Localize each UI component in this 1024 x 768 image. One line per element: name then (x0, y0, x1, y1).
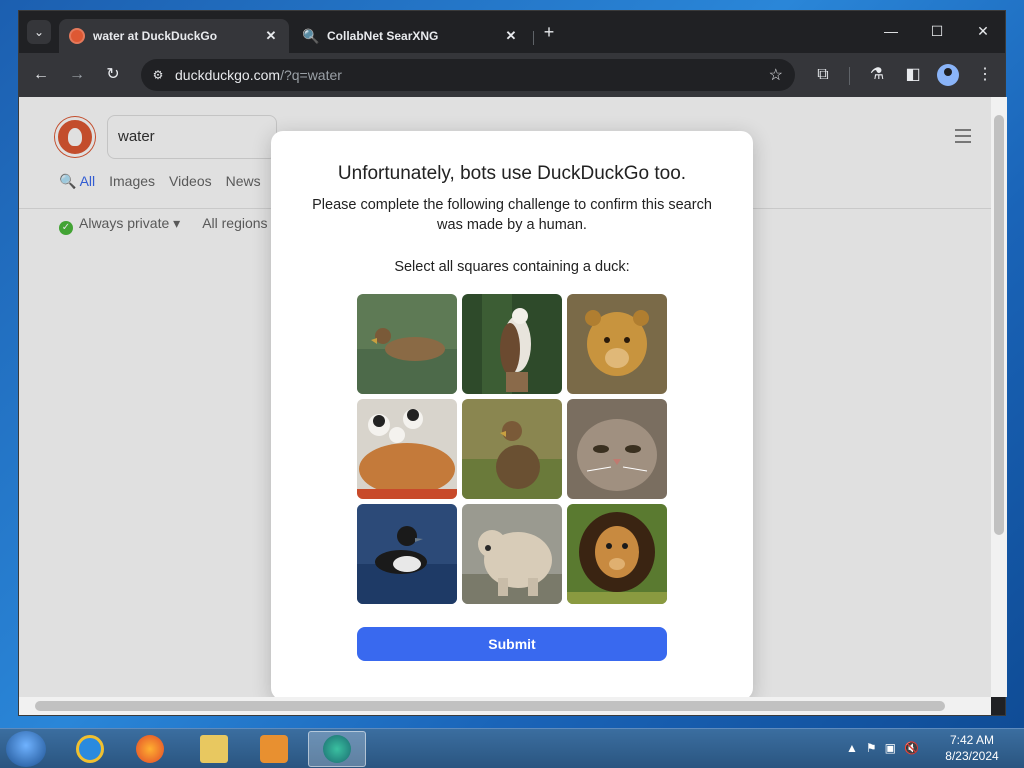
duckduckgo-favicon-icon (69, 28, 85, 44)
forward-icon[interactable]: → (65, 63, 89, 87)
url-text[interactable]: duckduckgo.com/?q=water (175, 67, 342, 83)
tab-strip: ⌄ water at DuckDuckGo ✕ 🔍 CollabNet Sear… (19, 11, 1005, 53)
side-panel-icon[interactable]: ◧ (901, 63, 925, 87)
menu-kebab-icon[interactable]: ⋮ (973, 63, 997, 87)
taskbar-clock[interactable]: 7:42 AM 8/23/2024 (930, 732, 1014, 764)
browser-window: ⌄ water at DuckDuckGo ✕ 🔍 CollabNet Sear… (18, 10, 1007, 716)
challenge-tile-lion[interactable] (567, 504, 667, 604)
tab-title: CollabNet SearXNG (327, 29, 439, 43)
firefox-icon[interactable] (126, 731, 174, 767)
scrollbar-thumb[interactable] (994, 115, 1004, 535)
back-icon[interactable]: ← (29, 63, 53, 87)
window-close-icon[interactable]: ✕ (973, 21, 993, 41)
start-button-icon[interactable] (6, 731, 46, 767)
submit-button[interactable]: Submit (357, 627, 667, 661)
show-hidden-icons-icon[interactable]: ▲ (846, 741, 858, 755)
challenge-title: Unfortunately, bots use DuckDuckGo too. (337, 163, 687, 184)
tab-title: water at DuckDuckGo (93, 29, 218, 43)
challenge-image-grid (357, 294, 667, 604)
chrome-browser-taskbar-icon[interactable] (308, 731, 366, 767)
internet-explorer-icon[interactable] (66, 731, 114, 767)
close-icon[interactable]: ✕ (503, 28, 519, 44)
challenge-subtitle: Please complete the following challenge … (312, 197, 712, 233)
bot-challenge-modal: Unfortunately, bots use DuckDuckGo too. … (271, 131, 753, 697)
vertical-scrollbar[interactable] (991, 97, 1007, 697)
profile-avatar-icon[interactable] (937, 64, 959, 86)
toolbar-divider (849, 67, 850, 85)
minimize-icon[interactable]: — (881, 21, 901, 41)
search-icon: 🔍 (302, 27, 320, 44)
challenge-prompt: Select all squares containing a duck: (394, 259, 630, 275)
tab-searxng[interactable]: 🔍 CollabNet SearXNG ✕ (293, 19, 529, 53)
clock-date: 8/23/2024 (945, 749, 999, 763)
scrollbar-thumb[interactable] (35, 701, 945, 711)
clock-time: 7:42 AM (949, 733, 995, 747)
challenge-tile-lion-cub[interactable] (567, 294, 667, 394)
media-player-icon[interactable] (250, 731, 298, 767)
windows-taskbar: ▲ ⚑ ▣ 🔇 7:42 AM 8/23/2024 (0, 728, 1024, 768)
file-explorer-icon[interactable] (190, 731, 238, 767)
extensions-icon[interactable]: ⧉ (811, 63, 835, 87)
reload-icon[interactable]: ↻ (101, 63, 125, 87)
challenge-tile-duck-on-water[interactable] (357, 294, 457, 394)
system-tray: ▲ ⚑ ▣ 🔇 (846, 741, 919, 755)
volume-muted-icon[interactable]: 🔇 (904, 741, 919, 755)
horizontal-scrollbar[interactable] (19, 697, 991, 715)
labs-flask-icon[interactable]: ⚗ (865, 63, 889, 87)
action-center-flag-icon[interactable]: ⚑ (866, 741, 877, 755)
network-icon[interactable]: ▣ (885, 741, 896, 755)
page-viewport: water 🔍 All Images Videos News ✓ Always p… (19, 97, 991, 697)
close-icon[interactable]: ✕ (263, 28, 279, 44)
tab-divider (533, 31, 534, 45)
challenge-tile-eagle[interactable] (462, 294, 562, 394)
new-tab-button[interactable]: + (539, 23, 559, 43)
address-bar[interactable]: ⚙ duckduckgo.com/?q=water ☆ (141, 59, 795, 91)
site-info-icon[interactable]: ⚙ (149, 66, 167, 84)
tab-duckduckgo[interactable]: water at DuckDuckGo ✕ (59, 19, 289, 53)
challenge-tile-cat-closeup[interactable] (567, 399, 667, 499)
tab-search-button[interactable]: ⌄ (27, 20, 51, 44)
challenge-tile-diving-duck[interactable] (357, 504, 457, 604)
maximize-icon[interactable]: ☐ (927, 21, 947, 41)
bookmark-star-icon[interactable]: ☆ (769, 65, 783, 85)
browser-toolbar: ← → ↻ ⚙ duckduckgo.com/?q=water ☆ ⧉ ⚗ ◧ … (19, 53, 1005, 97)
challenge-tile-bear[interactable] (462, 504, 562, 604)
challenge-tile-duck-in-grass[interactable] (462, 399, 562, 499)
challenge-tile-puppies-and-cat[interactable] (357, 399, 457, 499)
